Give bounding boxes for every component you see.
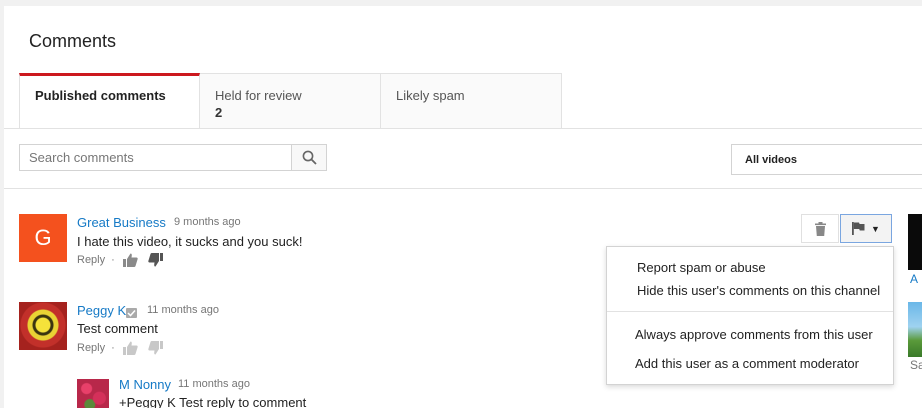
chevron-down-icon: ▼	[871, 223, 880, 234]
video-title-link[interactable]: A	[910, 272, 918, 286]
search-icon	[302, 150, 317, 165]
search-input[interactable]	[19, 144, 291, 171]
tab-published-comments[interactable]: Published comments	[19, 73, 200, 129]
video-thumbnail[interactable]	[908, 302, 922, 357]
separator: ·	[111, 342, 115, 354]
tab-label: Likely spam	[396, 88, 465, 103]
tab-label: Held for review	[215, 88, 302, 103]
flag-dropdown-menu: Report spam or abuse Hide this user's co…	[606, 246, 894, 385]
comment-author[interactable]: Peggy K	[77, 303, 126, 318]
comment-tabs: Published comments Held for review 2 Lik…	[19, 73, 562, 129]
tab-likely-spam[interactable]: Likely spam	[381, 73, 562, 129]
flag-icon	[852, 222, 865, 235]
comment-text: I hate this video, it sucks and you suck…	[77, 234, 303, 249]
comment-text: Test comment	[77, 321, 158, 336]
menu-divider	[607, 311, 893, 312]
dislike-button[interactable]	[148, 253, 163, 267]
search-bar	[19, 144, 327, 171]
comment-time[interactable]: 11 months ago	[147, 304, 219, 316]
avatar[interactable]	[77, 379, 109, 408]
video-filter-select[interactable]: All videos	[731, 144, 922, 175]
separator: ·	[111, 254, 115, 266]
thumbs-down-icon	[148, 253, 163, 267]
menu-item-report-spam[interactable]: Report spam or abuse	[607, 260, 893, 275]
thumbs-down-icon	[148, 341, 163, 355]
search-button[interactable]	[291, 144, 327, 171]
comments-card: Comments Published comments Held for rev…	[4, 6, 922, 408]
like-button[interactable]	[122, 253, 138, 267]
avatar[interactable]	[19, 302, 67, 350]
video-thumbnail[interactable]	[908, 214, 922, 270]
like-button[interactable]	[122, 341, 138, 355]
video-title-link[interactable]: Sa	[910, 358, 922, 372]
comment-author[interactable]: Great Business	[77, 215, 166, 230]
tab-count: 2	[215, 105, 223, 120]
menu-item-always-approve[interactable]: Always approve comments from this user	[607, 327, 893, 342]
reply-button[interactable]: Reply	[77, 342, 105, 354]
page-title: Comments	[29, 31, 117, 51]
comment-actions: Reply ·	[77, 253, 173, 267]
comment-author[interactable]: M Nonny	[119, 377, 171, 392]
comment-time[interactable]: 9 months ago	[174, 216, 241, 228]
list-divider	[4, 188, 922, 189]
comment-time[interactable]: 11 months ago	[178, 378, 250, 390]
remove-button[interactable]	[801, 214, 839, 243]
verified-badge	[126, 308, 137, 318]
comment-actions: Reply ·	[77, 341, 173, 355]
tab-held-for-review[interactable]: Held for review 2	[200, 73, 381, 129]
thumbs-up-icon	[122, 253, 138, 267]
tabs-divider	[4, 128, 922, 129]
avatar[interactable]: G	[19, 214, 67, 262]
trash-icon	[814, 221, 826, 236]
tab-label: Published comments	[35, 88, 166, 103]
menu-item-add-moderator[interactable]: Add this user as a comment moderator	[607, 356, 893, 371]
verified-icon	[127, 309, 136, 317]
comment-text: +Peggy K Test reply to comment	[119, 395, 307, 408]
menu-item-hide-user-comments[interactable]: Hide this user's comments on this channe…	[607, 283, 893, 298]
avatar-letter: G	[34, 225, 52, 250]
reply-button[interactable]: Reply	[77, 254, 105, 266]
flag-menu-button[interactable]: ▼	[840, 214, 892, 243]
thumbs-up-icon	[122, 341, 138, 355]
dislike-button[interactable]	[148, 341, 163, 355]
